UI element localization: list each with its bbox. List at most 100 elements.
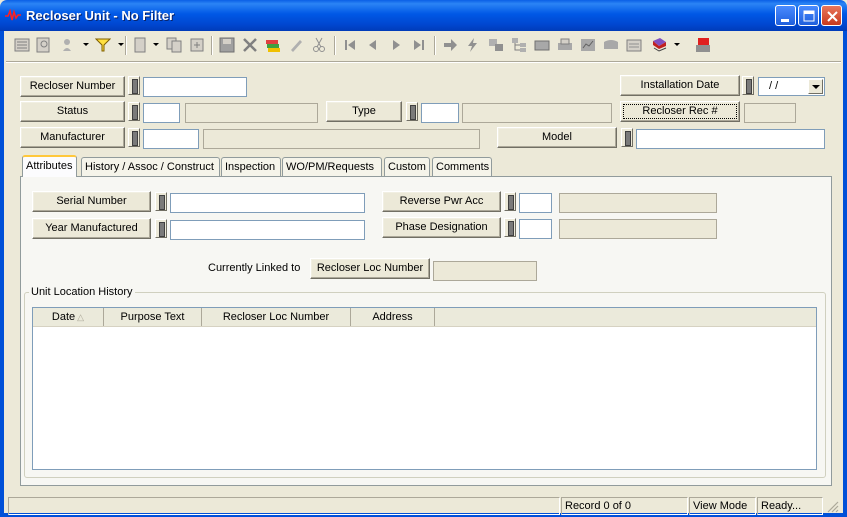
status-record-count: Record 0 of 0	[561, 497, 688, 515]
chevron-down-icon[interactable]	[808, 79, 823, 94]
recloser-number-field[interactable]	[143, 77, 247, 97]
column-header-date[interactable]: Date △	[33, 308, 104, 326]
save-icon	[219, 37, 235, 53]
document-dropdown-icon[interactable]	[153, 43, 159, 46]
recloser-loc-number-field	[433, 261, 537, 281]
close-button[interactable]	[821, 5, 842, 26]
list-button[interactable]	[11, 34, 33, 56]
phase-designation-lock-icon[interactable]	[504, 218, 516, 237]
model-field[interactable]	[636, 129, 825, 149]
serial-number-button[interactable]: Serial Number	[32, 191, 151, 212]
location-history-grid[interactable]: Date △ Purpose Text Recloser Loc Number A…	[32, 307, 817, 470]
installation-date-picker[interactable]: / /	[758, 77, 825, 96]
year-manufactured-lock-icon[interactable]	[155, 219, 167, 238]
cut-button[interactable]	[308, 34, 330, 56]
document-button[interactable]	[129, 34, 151, 56]
type-code-field[interactable]	[421, 103, 459, 123]
user-tools-dropdown-icon[interactable]	[83, 43, 89, 46]
grid-icon	[534, 40, 550, 51]
manufacturer-code-field[interactable]	[143, 129, 199, 149]
reverse-pwr-acc-button[interactable]: Reverse Pwr Acc	[382, 191, 501, 212]
minimize-button[interactable]	[775, 5, 796, 26]
tree-button[interactable]	[508, 34, 530, 56]
duplicate-icon	[190, 38, 204, 52]
manufacturer-lock-icon[interactable]	[128, 128, 140, 147]
reverse-pwr-acc-code-field[interactable]	[519, 193, 552, 213]
tab-comments[interactable]: Comments	[432, 157, 492, 177]
print-icon	[558, 38, 572, 50]
edit-button[interactable]	[285, 34, 307, 56]
year-manufactured-field[interactable]	[170, 220, 365, 240]
status-main	[8, 497, 560, 515]
type-lock-icon[interactable]	[406, 102, 418, 121]
link-icon	[489, 39, 503, 51]
link-button[interactable]	[485, 34, 507, 56]
filter-icon	[95, 38, 111, 52]
next-record-button[interactable]	[385, 34, 407, 56]
lightning-button[interactable]	[462, 34, 484, 56]
type-button[interactable]: Type	[326, 101, 402, 122]
first-record-button[interactable]	[339, 34, 361, 56]
recloser-number-lock-icon[interactable]	[128, 76, 140, 95]
calendar-button[interactable]	[623, 34, 645, 56]
book-button[interactable]	[648, 34, 670, 56]
reverse-pwr-acc-lock-icon[interactable]	[504, 192, 516, 211]
duplicate-button[interactable]	[186, 34, 208, 56]
year-manufactured-button[interactable]: Year Manufactured	[32, 218, 151, 239]
installation-date-lock-icon[interactable]	[742, 76, 754, 95]
manufacturer-button[interactable]: Manufacturer	[20, 127, 125, 148]
print-button[interactable]	[554, 34, 576, 56]
status-lock-icon[interactable]	[128, 102, 140, 121]
manufacturer-description	[203, 129, 480, 149]
maximize-icon	[803, 10, 815, 22]
recloser-number-button[interactable]: Recloser Number	[20, 76, 125, 97]
prev-record-button[interactable]	[362, 34, 384, 56]
minimize-icon	[781, 19, 789, 22]
recloser-loc-number-button[interactable]: Recloser Loc Number	[310, 258, 430, 279]
column-header-recloser-loc-number[interactable]: Recloser Loc Number	[202, 308, 351, 326]
serial-number-field[interactable]	[170, 193, 365, 213]
tab-inspection[interactable]: Inspection	[221, 157, 281, 177]
attach-button[interactable]	[262, 34, 284, 56]
column-header-address[interactable]: Address	[351, 308, 435, 326]
report-button[interactable]	[577, 34, 599, 56]
tab-wo-pm-requests[interactable]: WO/PM/Requests	[282, 157, 382, 177]
model-lock-icon[interactable]	[621, 128, 633, 147]
phase-designation-code-field[interactable]	[519, 219, 552, 239]
column-header-purpose-text[interactable]: Purpose Text	[104, 308, 202, 326]
status-button[interactable]: Status	[20, 101, 125, 122]
delete-button[interactable]	[239, 34, 261, 56]
folder-button[interactable]	[600, 34, 622, 56]
save-button[interactable]	[216, 34, 238, 56]
tree-icon	[512, 38, 526, 52]
document-icon	[134, 37, 146, 53]
type-description	[462, 103, 612, 123]
maximize-button[interactable]	[798, 5, 819, 26]
grid-button[interactable]	[531, 34, 553, 56]
last-record-button[interactable]	[408, 34, 430, 56]
goto-button[interactable]	[439, 34, 461, 56]
column-label: Date	[51, 311, 76, 323]
filter-dropdown-icon[interactable]	[118, 43, 124, 46]
resize-grip-icon[interactable]	[826, 500, 840, 514]
model-button[interactable]: Model	[497, 127, 617, 148]
search-form-button[interactable]	[33, 34, 55, 56]
copy-button[interactable]	[163, 34, 185, 56]
title-bar: Recloser Unit - No Filter	[0, 0, 847, 31]
book-dropdown-icon[interactable]	[674, 43, 680, 46]
recloser-rec-button[interactable]: Recloser Rec #	[620, 101, 740, 122]
phase-designation-description	[559, 219, 717, 239]
exit-button[interactable]	[692, 34, 714, 56]
phase-designation-button[interactable]: Phase Designation	[382, 217, 501, 238]
sort-arrow-icon: △	[77, 312, 85, 322]
installation-date-button[interactable]: Installation Date	[620, 75, 740, 96]
filter-button[interactable]	[92, 34, 114, 56]
copy-icon	[166, 37, 182, 53]
status-code-field[interactable]	[143, 103, 180, 123]
serial-number-lock-icon[interactable]	[155, 192, 167, 211]
user-tools-button[interactable]	[58, 34, 80, 56]
tab-attributes[interactable]: Attributes	[22, 155, 77, 177]
calendar-icon	[626, 39, 642, 52]
tab-history-assoc-construct[interactable]: History / Assoc / Construct	[81, 157, 220, 177]
tab-custom[interactable]: Custom	[384, 157, 430, 177]
